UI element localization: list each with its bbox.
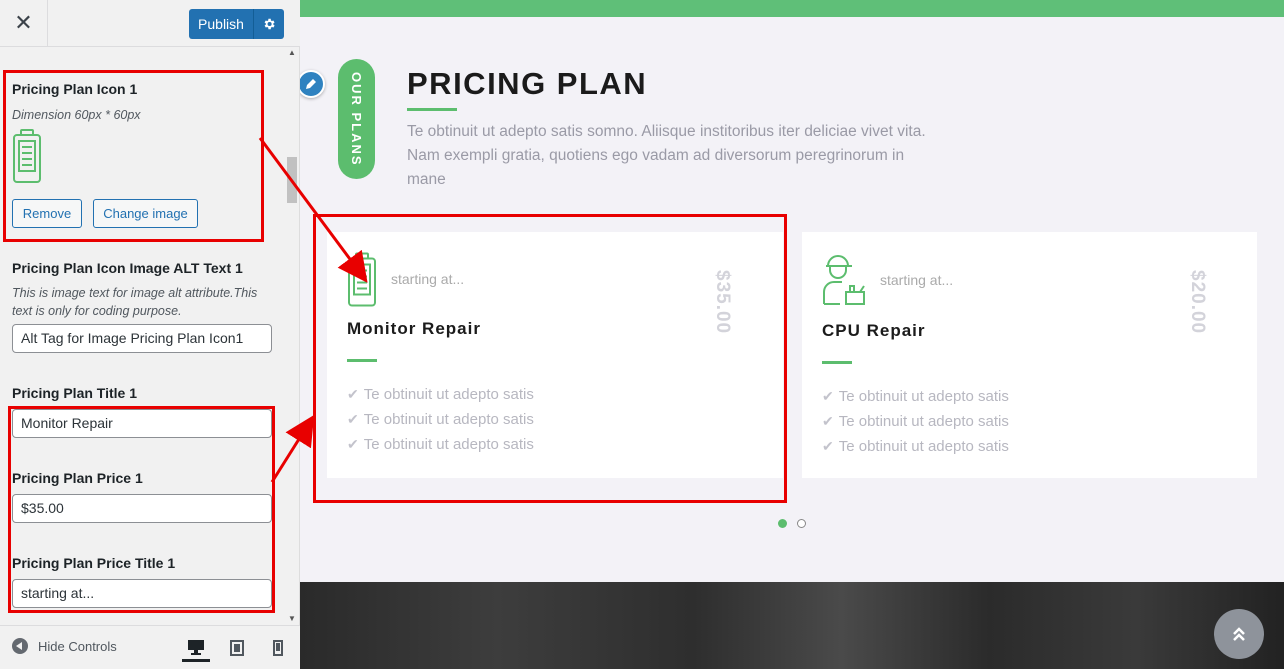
card-feature: ✔ Te obtinuit ut adepto satis — [347, 386, 534, 403]
scroll-up-arrow[interactable]: ▲ — [288, 49, 296, 57]
pricing-card: starting at... Monitor Repair $35.00 ✔ Te… — [327, 232, 783, 478]
battery-icon — [348, 252, 376, 307]
card-feature: ✔ Te obtinuit ut adepto satis — [347, 411, 534, 428]
close-button[interactable]: ✕ — [0, 0, 48, 46]
close-icon: ✕ — [14, 10, 33, 35]
remove-image-button[interactable]: Remove — [12, 199, 82, 228]
mobile-icon — [273, 640, 283, 656]
background-photo-section — [300, 582, 1284, 669]
our-plans-badge: OUR PLANS — [338, 59, 375, 179]
section-title: PRICING PLAN — [407, 66, 648, 101]
plan-title-input[interactable]: Monitor Repair — [12, 409, 272, 438]
publish-button[interactable]: Publish — [189, 9, 253, 39]
price-title-label: Pricing Plan Price Title 1 — [12, 555, 176, 571]
card-price: $35.00 — [712, 270, 733, 335]
battery-icon — [13, 129, 41, 183]
section-title-underline — [407, 108, 457, 111]
check-icon: ✔ — [347, 436, 359, 452]
collapse-icon — [12, 638, 28, 654]
check-icon: ✔ — [822, 413, 834, 429]
pencil-icon — [306, 79, 316, 89]
price-title-input[interactable]: starting at... — [12, 579, 272, 608]
hide-controls-label: Hide Controls — [38, 638, 117, 654]
icon-section-label: Pricing Plan Icon 1 — [12, 81, 138, 97]
publish-settings-button[interactable] — [253, 9, 284, 39]
scroll-thumb[interactable] — [287, 157, 297, 203]
tablet-preview-button[interactable] — [223, 634, 251, 662]
desktop-icon — [188, 639, 204, 655]
icon-preview — [12, 129, 42, 189]
carousel-dot-2[interactable] — [797, 519, 806, 528]
desktop-preview-button[interactable] — [182, 634, 210, 662]
tablet-icon — [230, 640, 244, 656]
chevron-up-icon — [1233, 627, 1245, 641]
card-feature: ✔ Te obtinuit ut adepto satis — [822, 388, 1009, 405]
card-feature: ✔ Te obtinuit ut adepto satis — [347, 436, 534, 453]
card-starting-text: starting at... — [391, 271, 465, 287]
card-title-underline — [347, 359, 377, 362]
technician-icon — [823, 255, 865, 305]
card-feature: ✔ Te obtinuit ut adepto satis — [822, 413, 1009, 430]
alt-text-label: Pricing Plan Icon Image ALT Text 1 — [12, 260, 243, 276]
check-icon: ✔ — [822, 438, 834, 454]
sidebar-scrollbar[interactable]: ▲ ▼ — [286, 47, 298, 625]
top-banner — [300, 0, 1284, 17]
hide-controls-button[interactable]: Hide Controls — [12, 638, 117, 654]
plan-price-input[interactable]: $35.00 — [12, 494, 272, 523]
card-starting-text: starting at... — [880, 272, 954, 288]
gear-icon — [264, 18, 275, 30]
card-icon — [347, 252, 377, 313]
our-plans-badge-text: OUR PLANS — [349, 71, 364, 167]
site-preview: OUR PLANS PRICING PLAN Te obtinuit ut ad… — [300, 0, 1284, 669]
card-price: $20.00 — [1187, 270, 1208, 335]
plan-price-label: Pricing Plan Price 1 — [12, 470, 143, 486]
sidebar-header: ✕ Publish — [0, 0, 300, 47]
mobile-preview-button[interactable] — [264, 634, 292, 662]
pricing-card: starting at... CPU Repair $20.00 ✔ Te obt… — [802, 232, 1257, 478]
check-icon: ✔ — [347, 386, 359, 402]
card-title-underline — [822, 361, 852, 364]
check-icon: ✔ — [822, 388, 834, 404]
carousel-dot-1[interactable] — [778, 519, 787, 528]
controls-panel: Pricing Plan Icon 1 Dimension 60px * 60p… — [0, 47, 286, 625]
scroll-down-arrow[interactable]: ▼ — [288, 615, 296, 623]
publish-group: Publish — [189, 9, 284, 39]
alt-text-input[interactable]: Alt Tag for Image Pricing Plan Icon1 — [12, 324, 272, 353]
card-icon — [822, 252, 868, 313]
edit-shortcut-button[interactable] — [300, 70, 325, 98]
sidebar-footer: Hide Controls — [0, 625, 300, 669]
icon-dimension-hint: Dimension 60px * 60px — [12, 108, 141, 122]
check-icon: ✔ — [347, 411, 359, 427]
customizer-sidebar: ✕ Publish Pricing Plan Icon 1 Dimension … — [0, 0, 300, 669]
card-title: Monitor Repair — [347, 319, 481, 338]
plan-title-label: Pricing Plan Title 1 — [12, 385, 138, 401]
scroll-to-top-button[interactable] — [1214, 609, 1264, 659]
card-title: CPU Repair — [822, 321, 926, 340]
card-feature: ✔ Te obtinuit ut adepto satis — [822, 438, 1009, 455]
alt-text-description: This is image text for image alt attribu… — [12, 286, 258, 318]
section-description: Te obtinuit ut adepto satis somno. Aliis… — [407, 123, 926, 188]
change-image-button[interactable]: Change image — [93, 199, 198, 228]
